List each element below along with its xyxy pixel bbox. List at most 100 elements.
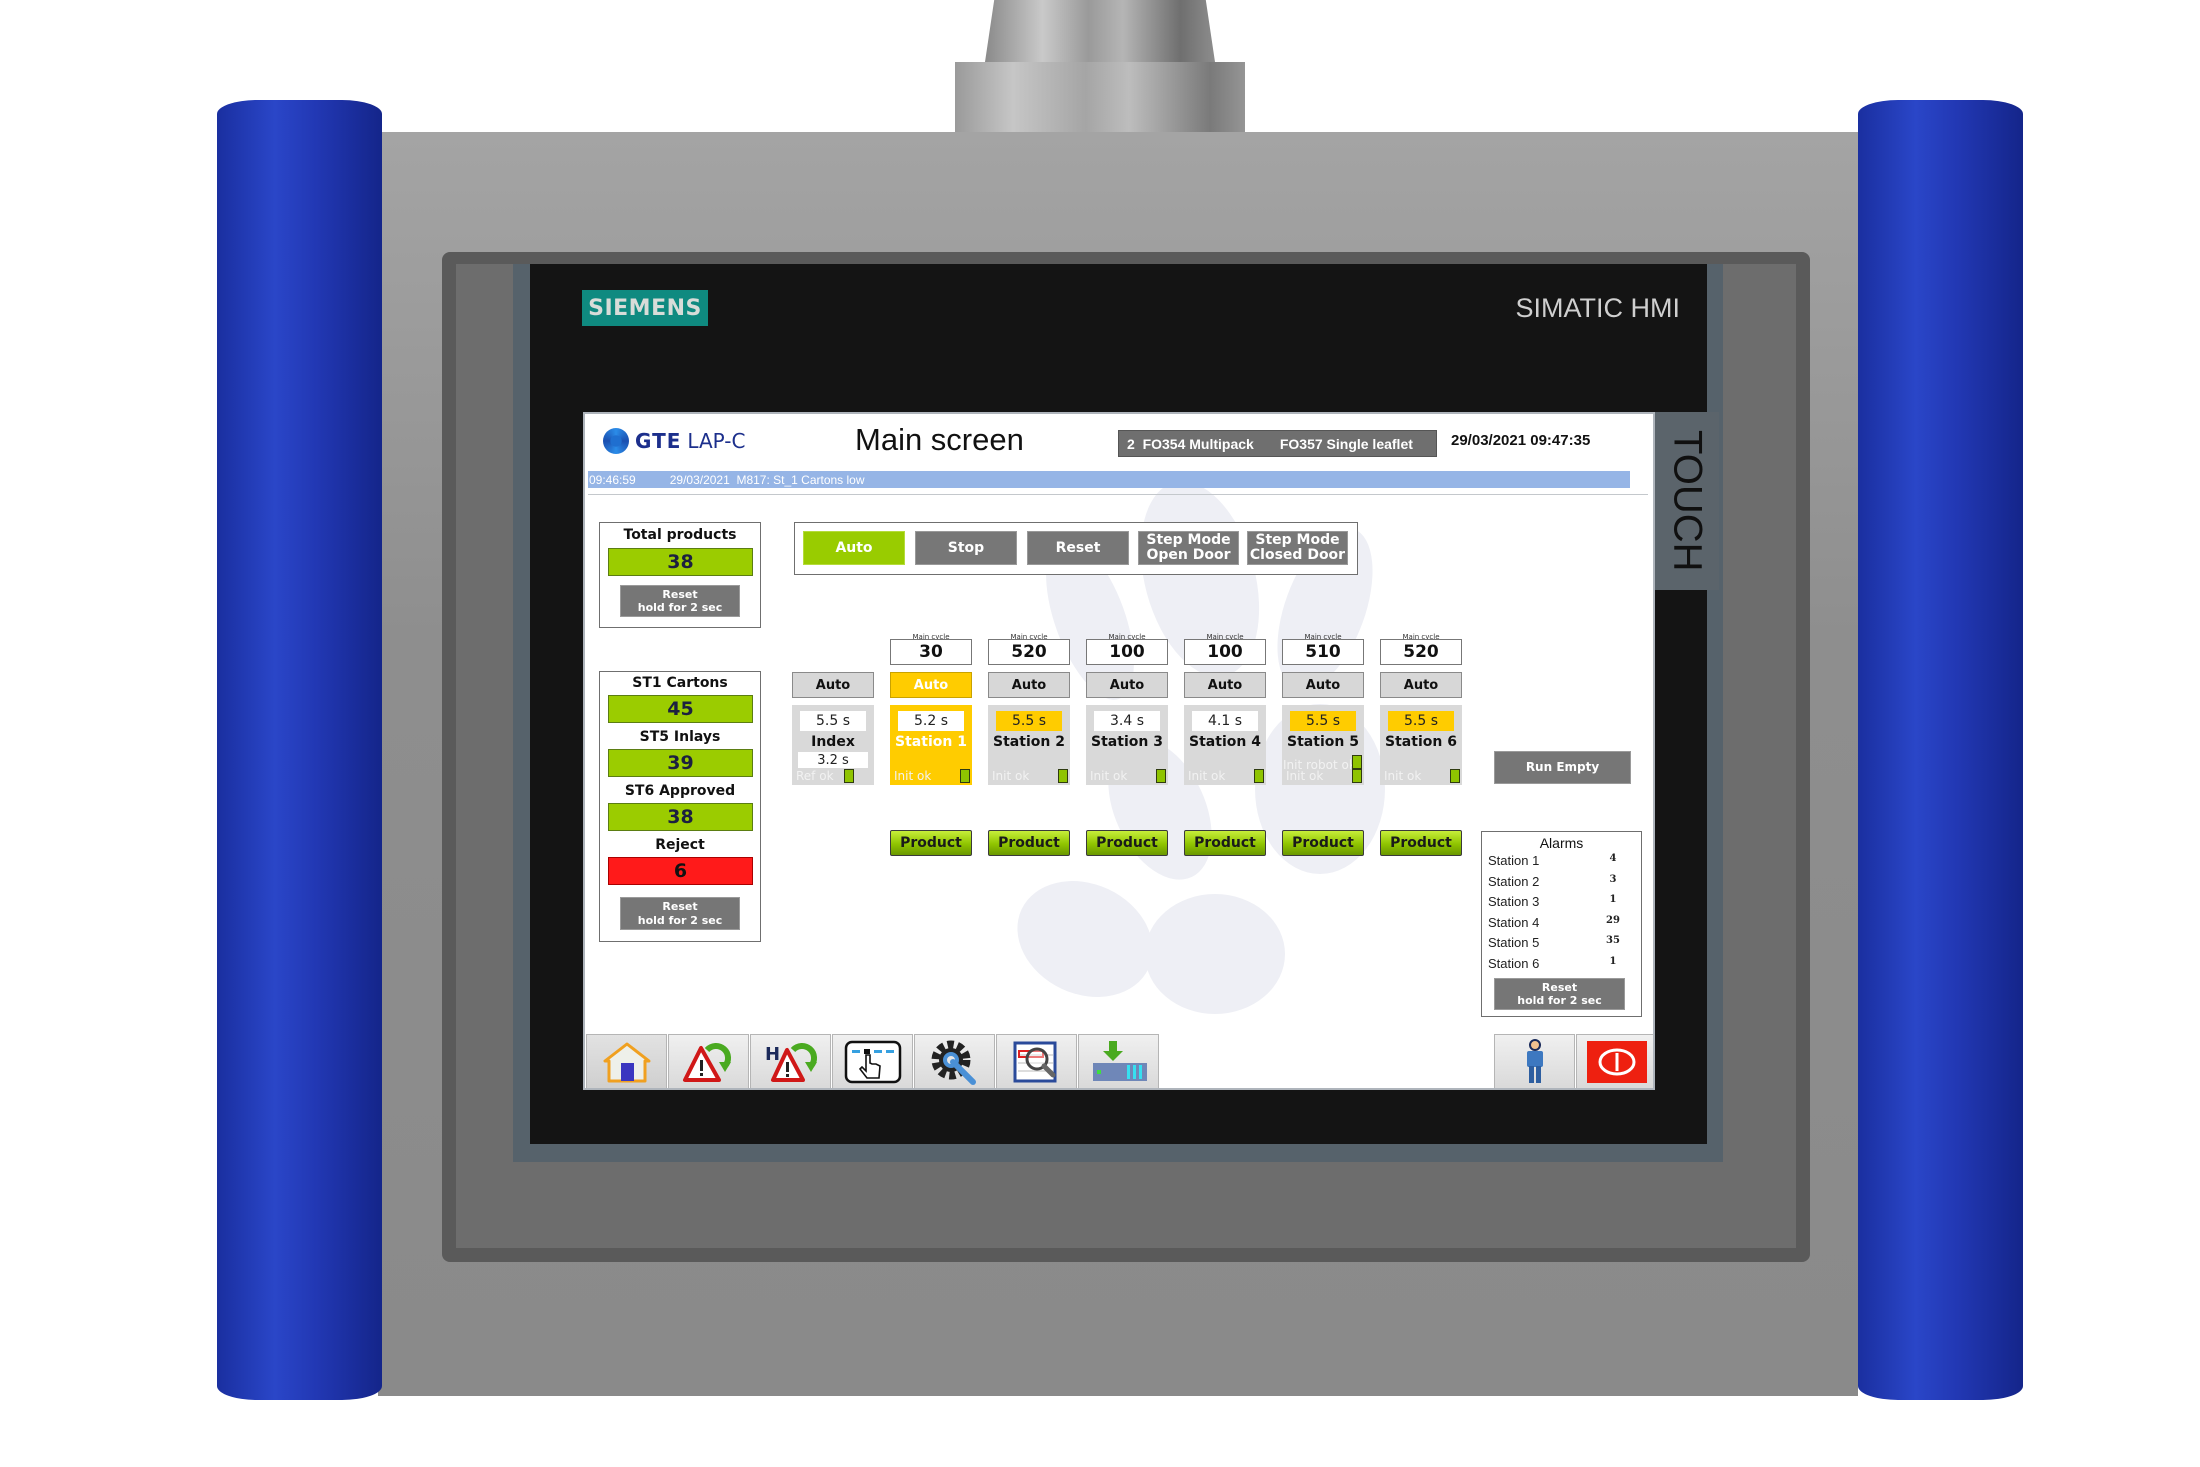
station-cycle-time: 5.2 s — [898, 711, 964, 731]
station-card[interactable]: 4.1 s Station 4 Init ok — [1184, 705, 1266, 785]
watermark-shape — [998, 859, 1172, 1019]
touch-select-icon — [844, 1040, 901, 1084]
alarm-row: Station 2 3 — [1488, 874, 1628, 889]
manual-mode-button[interactable] — [832, 1034, 913, 1088]
reset-total-button[interactable]: Reset hold for 2 sec — [620, 585, 740, 617]
index-time: 5.5 s — [800, 711, 866, 731]
station-mode-button[interactable]: Auto — [890, 672, 972, 698]
product-button[interactable]: Product — [1380, 830, 1462, 856]
station-card[interactable]: 5.5 s Station 6 Init ok — [1380, 705, 1462, 785]
reset-alarms-button[interactable]: Reset hold for 2 sec — [1494, 978, 1625, 1010]
alarm-history-button[interactable]: H — [750, 1034, 831, 1088]
reset-counters-button[interactable]: Reset hold for 2 sec — [620, 897, 740, 930]
svg-text:H: H — [765, 1044, 780, 1065]
alarm-text: M817: St_1 Cartons low — [736, 472, 865, 487]
main-cycle-value[interactable]: 100 — [1184, 639, 1266, 665]
alarm-station: Station 2 — [1488, 873, 1540, 889]
status-led — [960, 769, 970, 783]
index-sub-time: 3.2 s — [798, 752, 868, 768]
reset-label: Reset — [662, 587, 698, 601]
btn-label-group: Step Mode Closed Door — [1250, 533, 1345, 562]
recipe-load-button[interactable] — [1078, 1034, 1159, 1088]
alarm-count: 4 — [1609, 853, 1617, 864]
product-button[interactable]: Product — [890, 830, 972, 856]
btn-line2: Open Door — [1146, 547, 1231, 563]
reset-label-group: Reset hold for 2 sec — [638, 588, 722, 614]
station-mode-button[interactable]: Auto — [1282, 672, 1364, 698]
product-button[interactable]: Product — [1184, 830, 1266, 856]
alarm-detail: 29/03/2021 M817: St_1 Cartons low — [670, 473, 865, 487]
stop-button[interactable]: Stop — [915, 531, 1017, 565]
btn-line1: Step Mode — [1146, 532, 1231, 549]
logo-text-light: LAP-C — [687, 429, 746, 453]
recipe-indicator[interactable]: 2 FO354 Multipack FO357 Single leaflet — [1118, 430, 1437, 457]
recipe-secondary: FO357 Single leaflet — [1279, 435, 1413, 452]
touch-label: TOUCH — [1665, 430, 1710, 572]
home-button[interactable] — [586, 1034, 667, 1088]
station-cycle-time: 5.5 s — [1388, 711, 1454, 731]
index-mode-button[interactable]: Auto — [792, 672, 874, 698]
station-mode-button[interactable]: Auto — [988, 672, 1070, 698]
step-mode-open-door-button[interactable]: Step Mode Open Door — [1138, 531, 1239, 565]
alarm-row: Station 4 29 — [1488, 915, 1628, 930]
status-led — [844, 769, 854, 783]
robot-status-led — [1352, 755, 1362, 769]
main-cycle-value[interactable]: 520 — [1380, 639, 1462, 665]
product-button[interactable]: Product — [988, 830, 1070, 856]
step-mode-closed-door-button[interactable]: Step Mode Closed Door — [1247, 531, 1348, 565]
station-counters-panel: ST1 Cartons 45 ST5 Inlays 39 ST6 Approve… — [599, 671, 761, 942]
main-cycle-value[interactable]: 100 — [1086, 639, 1168, 665]
alarm-message-bar[interactable]: 09:46:59 29/03/2021 M817: St_1 Cartons l… — [588, 471, 1630, 488]
page-title: Main screen — [855, 422, 1024, 457]
alarm-date: 29/03/2021 — [669, 472, 730, 487]
station-mode-button[interactable]: Auto — [1086, 672, 1168, 698]
alarms-title: Alarms — [1539, 835, 1584, 851]
home-icon — [603, 1042, 650, 1083]
datetime: 29/03/2021 09:47:35 — [1451, 432, 1591, 449]
station-status: Init ok — [992, 769, 1030, 783]
product-button[interactable]: Product — [1282, 830, 1364, 856]
station-status: Init ok — [1286, 769, 1324, 783]
index-status: Ref ok — [796, 769, 834, 783]
product-button[interactable]: Product — [1086, 830, 1168, 856]
settings-button[interactable] — [914, 1034, 995, 1088]
user-button[interactable] — [1494, 1034, 1575, 1088]
station-mode-button[interactable]: Auto — [1184, 672, 1266, 698]
reset-button[interactable]: Reset — [1027, 531, 1129, 565]
run-empty-button[interactable]: Run Empty — [1494, 751, 1631, 784]
watermark-shape — [1145, 894, 1285, 1014]
btn-line2: Closed Door — [1249, 547, 1346, 563]
data-view-button[interactable] — [996, 1034, 1077, 1088]
station-status: Init ok — [1188, 769, 1226, 783]
auto-mode-button[interactable]: Auto — [803, 531, 905, 565]
reset-label-group: Reset hold for 2 sec — [1517, 981, 1601, 1007]
logo-text-bold: GTE — [635, 429, 682, 453]
station-card[interactable]: 3.4 s Station 3 Init ok — [1086, 705, 1168, 785]
mounting-pole — [985, 0, 1215, 62]
station-card[interactable]: 5.5 s Station 5 Init robot ok Init ok — [1282, 705, 1364, 785]
power-button[interactable] — [1576, 1034, 1653, 1088]
station-name: Station 4 — [1189, 734, 1261, 750]
station-name: Station 3 — [1091, 734, 1163, 750]
alarm-count: 3 — [1609, 873, 1617, 885]
left-handle — [217, 100, 382, 1400]
main-cycle-value[interactable]: 510 — [1282, 639, 1364, 665]
alarm-warning-icon — [682, 1042, 731, 1082]
main-cycle-value[interactable]: 30 — [890, 639, 972, 665]
status-led — [1058, 769, 1068, 783]
download-machine-icon — [1092, 1041, 1147, 1081]
status-led — [1254, 769, 1264, 783]
station-mode-button[interactable]: Auto — [1380, 672, 1462, 698]
index-card[interactable]: 5.5 s Index 3.2 s Ref ok — [792, 705, 874, 785]
alarm-station: Station 4 — [1488, 914, 1540, 930]
btn-label-group: Step Mode Open Door — [1146, 533, 1230, 562]
alarms-button[interactable] — [668, 1034, 749, 1088]
settings-wrench-icon — [931, 1040, 976, 1085]
st5-inlays-value: 39 — [608, 749, 753, 777]
total-products-value: 38 — [608, 548, 753, 576]
station-cycle-time: 5.5 s — [996, 711, 1062, 731]
station-card[interactable]: 5.5 s Station 2 Init ok — [988, 705, 1070, 785]
station-card[interactable]: 5.2 s Station 1 Init ok — [890, 705, 972, 785]
st6-approved-value: 38 — [608, 803, 753, 831]
main-cycle-value[interactable]: 520 — [988, 639, 1070, 665]
